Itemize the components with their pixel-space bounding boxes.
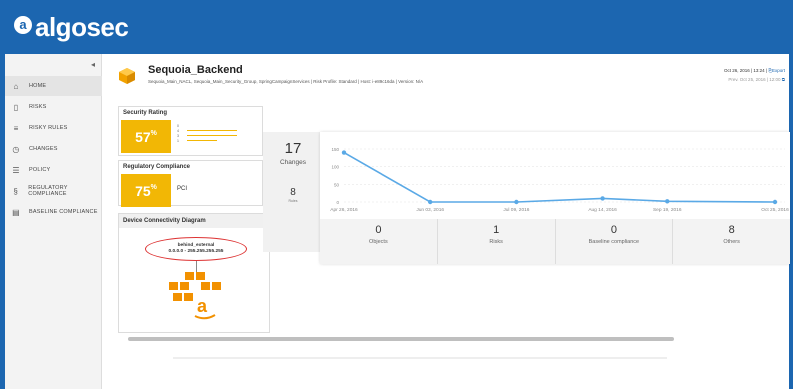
network-node[interactable]: behind_external 0.0.0.0 - 255.255.255.25… bbox=[145, 237, 247, 261]
external-link-icon[interactable]: ⧉ bbox=[782, 77, 785, 82]
risk-level-bar bbox=[187, 134, 237, 137]
report-date: Oct 26, 2016 bbox=[723, 68, 750, 73]
changes-label: Changes bbox=[279, 159, 307, 166]
changes-summary[interactable]: 17 Changes 8 Rules bbox=[263, 132, 323, 252]
risk-icon: ▯ bbox=[13, 102, 19, 112]
data-point bbox=[428, 199, 433, 205]
y-tick-label: 50 bbox=[334, 182, 340, 187]
stats-bar: 0 Objects 1 Risks 0 Baseline compliance … bbox=[320, 219, 790, 264]
sidebar-item-policy[interactable]: ☰ POLICY bbox=[5, 160, 102, 180]
sidebar-item-label: RISKY RULES bbox=[29, 125, 68, 131]
sidebar-item-label: RISKS bbox=[29, 104, 47, 110]
y-tick-label: 0 bbox=[336, 200, 339, 205]
sidebar-item-label: POLICY bbox=[29, 167, 51, 173]
risk-level-bar bbox=[187, 139, 218, 142]
data-point bbox=[772, 199, 778, 205]
risk-level-row: 1 bbox=[177, 138, 237, 143]
sidebar-item-baseline-compliance[interactable]: ▤ BASELINE COMPLIANCE bbox=[5, 202, 102, 222]
stat-risks[interactable]: 1 Risks bbox=[438, 219, 556, 264]
data-point bbox=[665, 199, 670, 204]
sidebar-item-changes[interactable]: ◷ CHANGES bbox=[5, 139, 102, 159]
connectivity-diagram-card[interactable]: Device Connectivity Diagram behind_exter… bbox=[118, 213, 270, 333]
stat-value: 0 bbox=[375, 224, 382, 236]
sidebar-item-home[interactable]: ⌂ HOME bbox=[5, 76, 102, 96]
sidebar-item-label: REGULATORY COMPLIANCE bbox=[28, 185, 68, 197]
risk-level-bars: 0431 bbox=[177, 123, 237, 143]
data-point bbox=[341, 150, 347, 155]
x-tick-label: Oct 25, 2016 bbox=[761, 207, 789, 213]
compliance-standard: PCI bbox=[177, 186, 188, 192]
stat-baseline-compliance[interactable]: 0 Baseline compliance bbox=[556, 219, 674, 264]
risk-level-bar bbox=[187, 129, 237, 132]
stat-value: 1 bbox=[493, 224, 500, 236]
risk-level-count: 4 bbox=[177, 128, 179, 133]
x-tick-label: Jun 03, 2016 bbox=[416, 207, 444, 213]
device-name: Sequoia_Backend bbox=[148, 64, 243, 76]
y-tick-label: 100 bbox=[331, 165, 339, 170]
node-range: 0.0.0.0 - 255.255.255.255 bbox=[168, 249, 224, 254]
svg-text:a: a bbox=[197, 296, 208, 316]
stat-label: Baseline compliance bbox=[588, 239, 640, 245]
horizontal-scrollbar[interactable] bbox=[128, 337, 674, 341]
logo-text: algosec bbox=[35, 12, 129, 42]
x-tick-label: Aug 14, 2016 bbox=[588, 207, 617, 213]
stat-label: Objects bbox=[369, 239, 388, 245]
rules-count: 8 bbox=[290, 187, 296, 198]
stat-others[interactable]: 8 Others bbox=[673, 219, 790, 264]
sidebar-item-risky-rules[interactable]: ≡ RISKY RULES bbox=[5, 118, 102, 138]
device-details: Sequoia_Main_NACL, Sequoia_Main_Security… bbox=[148, 79, 424, 84]
aws-icon: a bbox=[169, 272, 221, 320]
changes-line-chart: 0 50 100 150 Apr 26, 2016 Jun 03, 2016 Jul 09,… bbox=[330, 147, 789, 213]
previous-report-link[interactable]: Prev. Oct 25, 2016 | 12:00 bbox=[728, 77, 780, 82]
stat-label: Risks bbox=[489, 239, 503, 245]
compliance-icon: § bbox=[13, 186, 18, 196]
home-icon: ⌂ bbox=[13, 81, 19, 91]
report-info: Oct 26, 2016 | 13:24 | ⎘Export Prev. Oct… bbox=[723, 68, 785, 82]
list-icon: ☰ bbox=[12, 165, 20, 175]
card-title: Regulatory Compliance bbox=[123, 164, 191, 170]
sidebar: ◂ ⌂ HOME ▯ RISKS ≡ RISKY RULES ◷ CHANGES… bbox=[5, 54, 102, 389]
device-cube-icon bbox=[119, 68, 135, 84]
stat-label: Others bbox=[723, 239, 740, 245]
changes-count: 17 bbox=[284, 140, 302, 157]
report-time: 13:24 bbox=[753, 68, 765, 73]
document-icon: ▤ bbox=[12, 207, 20, 217]
card-title: Security Rating bbox=[123, 110, 168, 116]
regulatory-compliance-card[interactable]: Regulatory Compliance 75% PCI bbox=[118, 160, 263, 207]
export-button[interactable]: ⎘Export bbox=[768, 68, 785, 73]
data-point bbox=[600, 196, 605, 201]
x-tick-label: Sep 19, 2016 bbox=[653, 207, 682, 213]
series-line bbox=[343, 151, 776, 203]
algosec-logo[interactable]: a algosec bbox=[14, 12, 129, 43]
chevron-left-icon[interactable]: ◂ bbox=[91, 60, 95, 69]
sidebar-item-label: CHANGES bbox=[29, 146, 58, 152]
x-tick-label: Apr 26, 2016 bbox=[330, 207, 358, 213]
risk-level-count: 3 bbox=[177, 133, 179, 138]
security-rating-card[interactable]: Security Rating 57% 0431 bbox=[118, 106, 263, 156]
sidebar-item-risks[interactable]: ▯ RISKS bbox=[5, 97, 102, 117]
history-icon: ◷ bbox=[12, 144, 20, 154]
rules-label: Rules bbox=[288, 199, 298, 203]
top-header: a algosec bbox=[0, 0, 793, 54]
x-tick-label: Jul 09, 2016 bbox=[503, 207, 529, 213]
risk-level-count: 0 bbox=[177, 123, 179, 128]
logo-mark: a bbox=[14, 15, 32, 34]
sidebar-item-label: HOME bbox=[29, 83, 47, 89]
footer-divider bbox=[173, 357, 667, 359]
stat-value: 8 bbox=[728, 224, 735, 236]
risky-rules-icon: ≡ bbox=[13, 123, 19, 133]
compliance-score: 75% bbox=[121, 174, 171, 207]
y-tick-label: 150 bbox=[331, 147, 339, 152]
stat-objects[interactable]: 0 Objects bbox=[320, 219, 438, 264]
sidebar-item-label: BASELINE COMPLIANCE bbox=[29, 209, 98, 215]
security-rating-value: 57% bbox=[121, 120, 171, 153]
risk-level-count: 1 bbox=[177, 138, 179, 143]
sidebar-item-regulatory-compliance[interactable]: § REGULATORY COMPLIANCE bbox=[5, 181, 102, 201]
data-point bbox=[514, 199, 519, 205]
card-title: Device Connectivity Diagram bbox=[119, 214, 269, 228]
stat-value: 0 bbox=[610, 224, 617, 236]
